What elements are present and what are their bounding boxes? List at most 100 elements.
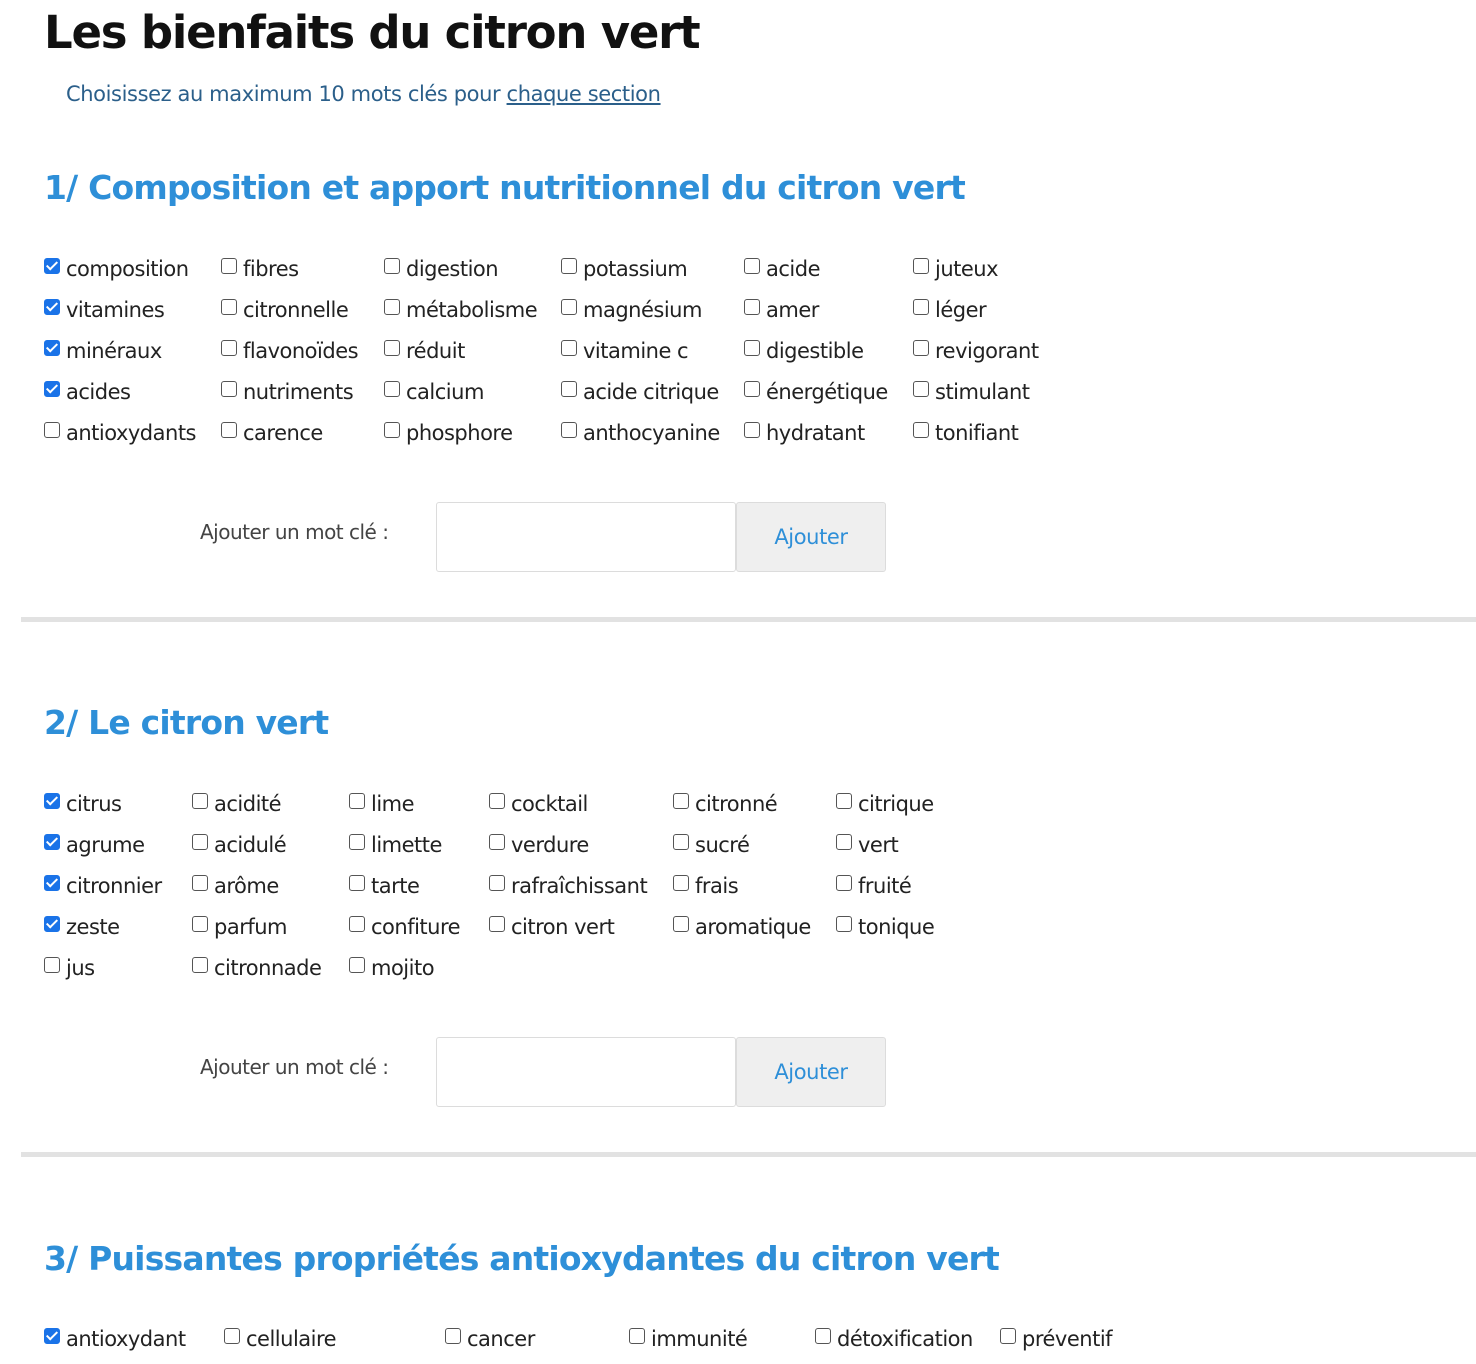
checkbox-unchecked[interactable] [192, 916, 208, 932]
keyword-checkbox-item[interactable]: jus [44, 953, 95, 983]
checkbox-unchecked[interactable] [561, 258, 577, 274]
checkbox-unchecked[interactable] [384, 299, 400, 315]
checkbox-unchecked[interactable] [836, 834, 852, 850]
checkbox-unchecked[interactable] [384, 340, 400, 356]
checkbox-checked[interactable] [44, 1328, 60, 1344]
keyword-checkbox-item[interactable]: citronnade [192, 953, 322, 983]
checkbox-unchecked[interactable] [192, 957, 208, 973]
checkbox-unchecked[interactable] [489, 793, 505, 809]
checkbox-checked[interactable] [44, 875, 60, 891]
checkbox-unchecked[interactable] [561, 422, 577, 438]
checkbox-unchecked[interactable] [384, 258, 400, 274]
keyword-checkbox-item[interactable]: agrume [44, 830, 145, 860]
checkbox-unchecked[interactable] [221, 299, 237, 315]
keyword-checkbox-item[interactable]: fibres [221, 254, 299, 284]
keyword-checkbox-item[interactable]: détoxification [815, 1324, 973, 1354]
add-keyword-button-2[interactable]: Ajouter [736, 1037, 886, 1107]
keyword-checkbox-item[interactable]: réduit [384, 336, 465, 366]
keyword-checkbox-item[interactable]: vert [836, 830, 899, 860]
checkbox-unchecked[interactable] [913, 299, 929, 315]
chaque-section-link[interactable]: chaque section [507, 82, 661, 106]
keyword-checkbox-item[interactable]: carence [221, 418, 323, 448]
keyword-checkbox-item[interactable]: cellulaire [224, 1324, 337, 1354]
checkbox-checked[interactable] [44, 793, 60, 809]
checkbox-unchecked[interactable] [192, 875, 208, 891]
checkbox-unchecked[interactable] [673, 916, 689, 932]
checkbox-unchecked[interactable] [445, 1328, 461, 1344]
keyword-checkbox-item[interactable]: anthocyanine [561, 418, 720, 448]
checkbox-unchecked[interactable] [836, 916, 852, 932]
checkbox-checked[interactable] [44, 340, 60, 356]
keyword-checkbox-item[interactable]: cocktail [489, 789, 588, 819]
keyword-checkbox-item[interactable]: citrique [836, 789, 934, 819]
checkbox-unchecked[interactable] [349, 793, 365, 809]
keyword-checkbox-item[interactable]: rafraîchissant [489, 871, 648, 901]
keyword-checkbox-item[interactable]: vitamines [44, 295, 165, 325]
add-keyword-input-1[interactable] [436, 502, 736, 572]
keyword-checkbox-item[interactable]: antioxydant [44, 1324, 186, 1354]
checkbox-unchecked[interactable] [673, 834, 689, 850]
checkbox-unchecked[interactable] [561, 381, 577, 397]
checkbox-unchecked[interactable] [384, 381, 400, 397]
keyword-checkbox-item[interactable]: lime [349, 789, 415, 819]
keyword-checkbox-item[interactable]: antioxydants [44, 418, 197, 448]
keyword-checkbox-item[interactable]: limette [349, 830, 442, 860]
keyword-checkbox-item[interactable]: composition [44, 254, 189, 284]
checkbox-unchecked[interactable] [836, 793, 852, 809]
keyword-checkbox-item[interactable]: acide citrique [561, 377, 719, 407]
keyword-checkbox-item[interactable]: léger [913, 295, 987, 325]
keyword-checkbox-item[interactable]: préventif [1000, 1324, 1113, 1354]
keyword-checkbox-item[interactable]: acide [744, 254, 821, 284]
keyword-checkbox-item[interactable]: revigorant [913, 336, 1039, 366]
keyword-checkbox-item[interactable]: vitamine c [561, 336, 689, 366]
keyword-checkbox-item[interactable]: hydratant [744, 418, 865, 448]
checkbox-unchecked[interactable] [192, 834, 208, 850]
keyword-checkbox-item[interactable]: métabolisme [384, 295, 538, 325]
keyword-checkbox-item[interactable]: juteux [913, 254, 999, 284]
keyword-checkbox-item[interactable]: parfum [192, 912, 288, 942]
checkbox-unchecked[interactable] [44, 957, 60, 973]
checkbox-unchecked[interactable] [489, 916, 505, 932]
keyword-checkbox-item[interactable]: calcium [384, 377, 484, 407]
checkbox-unchecked[interactable] [349, 916, 365, 932]
checkbox-unchecked[interactable] [349, 834, 365, 850]
checkbox-unchecked[interactable] [744, 422, 760, 438]
keyword-checkbox-item[interactable]: amer [744, 295, 819, 325]
keyword-checkbox-item[interactable]: tonifiant [913, 418, 1019, 448]
keyword-checkbox-item[interactable]: flavonoïdes [221, 336, 359, 366]
checkbox-unchecked[interactable] [224, 1328, 240, 1344]
keyword-checkbox-item[interactable]: stimulant [913, 377, 1030, 407]
keyword-checkbox-item[interactable]: citronné [673, 789, 778, 819]
checkbox-unchecked[interactable] [673, 793, 689, 809]
keyword-checkbox-item[interactable]: nutriments [221, 377, 354, 407]
checkbox-unchecked[interactable] [629, 1328, 645, 1344]
keyword-checkbox-item[interactable]: acidité [192, 789, 282, 819]
keyword-checkbox-item[interactable]: minéraux [44, 336, 162, 366]
keyword-checkbox-item[interactable]: énergétique [744, 377, 888, 407]
checkbox-unchecked[interactable] [384, 422, 400, 438]
checkbox-unchecked[interactable] [44, 422, 60, 438]
checkbox-unchecked[interactable] [221, 422, 237, 438]
keyword-checkbox-item[interactable]: sucré [673, 830, 750, 860]
checkbox-unchecked[interactable] [221, 258, 237, 274]
checkbox-unchecked[interactable] [561, 340, 577, 356]
keyword-checkbox-item[interactable]: tonique [836, 912, 935, 942]
keyword-checkbox-item[interactable]: citrus [44, 789, 122, 819]
keyword-checkbox-item[interactable]: digestion [384, 254, 499, 284]
checkbox-unchecked[interactable] [744, 299, 760, 315]
checkbox-unchecked[interactable] [673, 875, 689, 891]
keyword-checkbox-item[interactable]: fruité [836, 871, 912, 901]
keyword-checkbox-item[interactable]: confiture [349, 912, 461, 942]
checkbox-unchecked[interactable] [913, 422, 929, 438]
checkbox-checked[interactable] [44, 299, 60, 315]
checkbox-unchecked[interactable] [744, 340, 760, 356]
checkbox-unchecked[interactable] [349, 875, 365, 891]
checkbox-unchecked[interactable] [221, 340, 237, 356]
keyword-checkbox-item[interactable]: acidulé [192, 830, 287, 860]
checkbox-checked[interactable] [44, 834, 60, 850]
checkbox-unchecked[interactable] [192, 793, 208, 809]
checkbox-checked[interactable] [44, 916, 60, 932]
keyword-checkbox-item[interactable]: acides [44, 377, 131, 407]
checkbox-unchecked[interactable] [489, 834, 505, 850]
add-keyword-input-2[interactable] [436, 1037, 736, 1107]
